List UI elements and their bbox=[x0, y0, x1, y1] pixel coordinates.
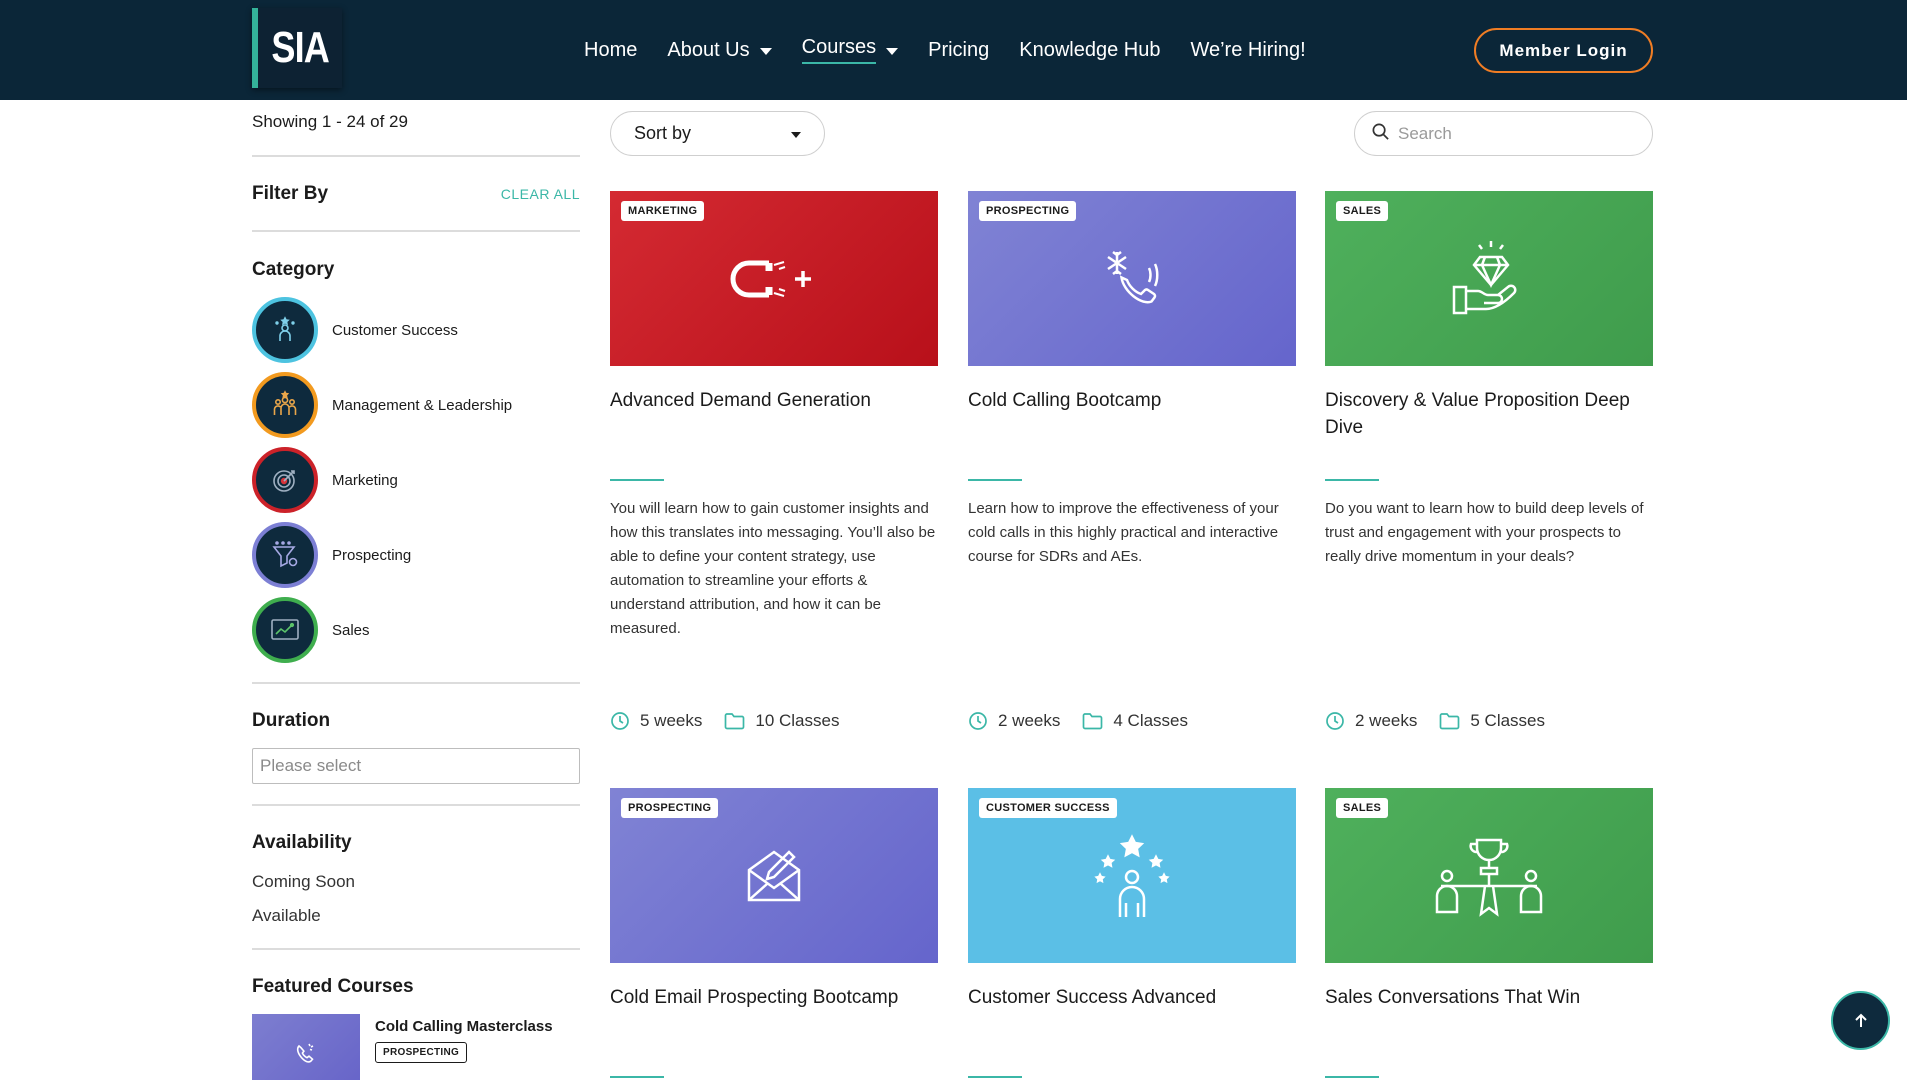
title-underline bbox=[968, 479, 1022, 481]
course-meta: 5 weeks 10 Classes bbox=[610, 711, 839, 731]
email-icon bbox=[747, 849, 801, 901]
chevron-down-icon bbox=[791, 131, 801, 138]
course-thumbnail[interactable]: SALES bbox=[1325, 788, 1653, 963]
course-classes: 5 Classes bbox=[1470, 711, 1546, 730]
folder-icon bbox=[1082, 712, 1103, 730]
category-customer-success[interactable]: Customer Success bbox=[252, 297, 458, 363]
arrow-up-icon bbox=[1854, 1013, 1867, 1027]
category-management-leadership[interactable]: Management & Leadership bbox=[252, 372, 512, 438]
customer-success-icon bbox=[252, 297, 318, 363]
course-title[interactable]: Advanced Demand Generation bbox=[610, 387, 938, 414]
title-underline bbox=[1325, 1076, 1379, 1078]
availability-heading: Availability bbox=[252, 832, 352, 853]
trophy-people-icon bbox=[1435, 838, 1543, 917]
clock-icon bbox=[968, 711, 988, 731]
funnel-gear-icon bbox=[252, 522, 318, 588]
category-badge: SALES bbox=[1336, 798, 1389, 818]
title-underline bbox=[968, 1076, 1022, 1078]
category-badge: CUSTOMER SUCCESS bbox=[979, 798, 1117, 818]
category-prospecting[interactable]: Prospecting bbox=[252, 522, 411, 588]
course-description: You will learn how to gain customer insi… bbox=[610, 500, 936, 637]
course-title[interactable]: Cold Email Prospecting Bootcamp bbox=[610, 984, 938, 1011]
title-underline bbox=[610, 1076, 664, 1078]
nav-pricing[interactable]: Pricing bbox=[928, 39, 989, 62]
nav-knowledge-hub[interactable]: Knowledge Hub bbox=[1019, 39, 1160, 62]
course-description: Do you want to learn how to build deep l… bbox=[1325, 500, 1644, 565]
course-thumbnail[interactable]: PROSPECTING bbox=[968, 191, 1296, 366]
featured-course-badge: PROSPECTING bbox=[375, 1042, 468, 1063]
divider bbox=[252, 230, 580, 232]
title-underline bbox=[1325, 479, 1379, 481]
site-header: SIA Home About Us Courses Pricing Knowle… bbox=[0, 0, 1907, 100]
chevron-down-icon bbox=[759, 47, 772, 55]
featured-courses-heading: Featured Courses bbox=[252, 976, 414, 997]
course-thumbnail[interactable]: MARKETING bbox=[610, 191, 938, 366]
title-underline bbox=[610, 479, 664, 481]
clear-all-link[interactable]: CLEAR ALL bbox=[501, 186, 580, 202]
scroll-to-top-button[interactable] bbox=[1831, 991, 1890, 1050]
course-classes: 10 Classes bbox=[755, 711, 840, 730]
course-thumbnail[interactable]: PROSPECTING bbox=[610, 788, 938, 963]
category-badge: MARKETING bbox=[621, 201, 705, 221]
search-box[interactable] bbox=[1354, 111, 1653, 156]
folder-icon bbox=[724, 712, 745, 730]
course-duration: 2 weeks bbox=[1355, 711, 1418, 730]
category-marketing[interactable]: Marketing bbox=[252, 447, 398, 513]
course-duration: 2 weeks bbox=[998, 711, 1061, 730]
availability-coming-soon[interactable]: Coming Soon bbox=[252, 872, 355, 892]
search-input[interactable] bbox=[1398, 123, 1618, 144]
cold-phone-icon bbox=[1107, 250, 1159, 303]
member-login-button[interactable]: Member Login bbox=[1474, 28, 1653, 73]
course-title[interactable]: Cold Calling Bootcamp bbox=[968, 387, 1296, 414]
target-icon bbox=[252, 447, 318, 513]
duration-select[interactable]: Please select bbox=[252, 748, 580, 784]
course-description: Learn how to improve the effectiveness o… bbox=[968, 500, 1279, 565]
clock-icon bbox=[610, 711, 630, 731]
team-icon bbox=[252, 372, 318, 438]
course-duration: 5 weeks bbox=[640, 711, 703, 730]
category-badge: PROSPECTING bbox=[621, 798, 719, 818]
course-thumbnail[interactable]: SALES bbox=[1325, 191, 1653, 366]
course-title[interactable]: Customer Success Advanced bbox=[968, 984, 1296, 1011]
chart-screen-icon bbox=[252, 597, 318, 663]
course-meta: 2 weeks 5 Classes bbox=[1325, 711, 1545, 731]
category-sales[interactable]: Sales bbox=[252, 597, 370, 663]
nav-courses[interactable]: Courses bbox=[801, 36, 899, 64]
category-badge: PROSPECTING bbox=[979, 201, 1077, 221]
course-classes: 4 Classes bbox=[1113, 711, 1189, 730]
featured-course-thumbnail[interactable] bbox=[252, 1014, 360, 1080]
magnet-icon bbox=[730, 260, 811, 297]
availability-available[interactable]: Available bbox=[252, 906, 321, 926]
nav-hiring[interactable]: We’re Hiring! bbox=[1190, 39, 1305, 62]
course-thumbnail[interactable]: CUSTOMER SUCCESS bbox=[968, 788, 1296, 963]
logo[interactable]: SIA bbox=[252, 8, 342, 88]
filter-by-heading: Filter By bbox=[252, 183, 329, 204]
course-title[interactable]: Discovery & Value Proposition Deep Dive bbox=[1325, 387, 1653, 441]
diamond-hand-icon bbox=[1452, 240, 1517, 314]
divider bbox=[252, 804, 580, 806]
nav-home[interactable]: Home bbox=[584, 39, 637, 62]
star-person-icon bbox=[1094, 833, 1170, 917]
sort-dropdown[interactable]: Sort by bbox=[610, 111, 825, 156]
nav-about-us[interactable]: About Us bbox=[667, 39, 772, 62]
featured-course-title[interactable]: Cold Calling Masterclass bbox=[375, 1018, 553, 1035]
divider bbox=[252, 682, 580, 684]
course-meta: 2 weeks 4 Classes bbox=[968, 711, 1188, 731]
main-nav: Home About Us Courses Pricing Knowledge … bbox=[584, 36, 1336, 64]
folder-icon bbox=[1439, 712, 1460, 730]
results-count: Showing 1 - 24 of 29 bbox=[252, 112, 408, 131]
chevron-down-icon bbox=[886, 47, 899, 55]
category-heading: Category bbox=[252, 259, 335, 280]
divider bbox=[252, 155, 580, 157]
divider bbox=[252, 948, 580, 950]
search-icon bbox=[1371, 122, 1390, 146]
course-title[interactable]: Sales Conversations That Win bbox=[1325, 984, 1653, 1011]
category-badge: SALES bbox=[1336, 201, 1389, 221]
clock-icon bbox=[1325, 711, 1345, 731]
duration-heading: Duration bbox=[252, 710, 331, 731]
